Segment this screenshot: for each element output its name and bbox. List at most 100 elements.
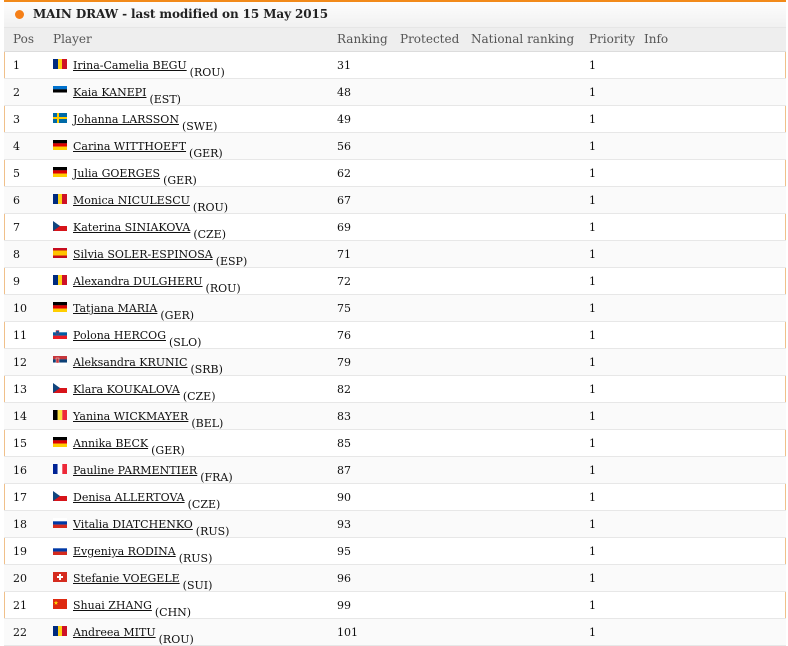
row-priority: 1: [589, 572, 596, 585]
player-cell: Klara KOUKALOVA (CZE): [73, 383, 216, 403]
row-priority: 1: [589, 302, 596, 315]
player-country: (SRB): [190, 363, 223, 376]
header-priority: Priority: [589, 32, 636, 46]
player-link[interactable]: Vitalia DIATCHENKO: [73, 518, 193, 531]
player-cell: Pauline PARMENTIER (FRA): [73, 464, 233, 484]
row-pos: 1: [13, 59, 20, 72]
row-ranking: 67: [337, 194, 351, 207]
row-pos: 15: [13, 437, 27, 450]
player-cell: Carina WITTHOEFT (GER): [73, 140, 223, 160]
row-pos: 2: [13, 86, 20, 99]
player-link[interactable]: Pauline PARMENTIER: [73, 464, 197, 477]
row-pos: 21: [13, 599, 27, 612]
row-priority: 1: [589, 518, 596, 531]
player-cell: Denisa ALLERTOVA (CZE): [73, 491, 220, 511]
player-link[interactable]: Monica NICULESCU: [73, 194, 190, 207]
flag-icon: [53, 86, 67, 96]
row-ranking: 71: [337, 248, 351, 261]
row-priority: 1: [589, 86, 596, 99]
player-link[interactable]: Kaia KANEPI: [73, 86, 146, 99]
flag-icon: [53, 113, 67, 123]
player-link[interactable]: Julia GOERGES: [73, 167, 160, 180]
flag-icon: [53, 140, 67, 150]
player-cell: Julia GOERGES (GER): [73, 167, 197, 187]
player-link[interactable]: Annika BECK: [73, 437, 148, 450]
flag-icon: [53, 545, 67, 555]
player-link[interactable]: Katerina SINIAKOVA: [73, 221, 190, 234]
row-pos: 20: [13, 572, 27, 585]
table-row: 13 Klara KOUKALOVA (CZE) 82 1: [4, 376, 786, 403]
table-row: 15 Annika BECK (GER) 85 1: [4, 430, 786, 457]
player-cell: Yanina WICKMAYER (BEL): [73, 410, 223, 430]
flag-icon: [53, 572, 67, 582]
table-row: 20 Stefanie VOEGELE (SUI) 96 1: [4, 565, 786, 592]
row-ranking: 69: [337, 221, 351, 234]
row-pos: 3: [13, 113, 20, 126]
flag-icon: [53, 194, 67, 204]
player-link[interactable]: Klara KOUKALOVA: [73, 383, 180, 396]
table-row: 14 Yanina WICKMAYER (BEL) 83 1: [4, 403, 786, 430]
row-ranking: 31: [337, 59, 351, 72]
row-priority: 1: [589, 140, 596, 153]
row-pos: 18: [13, 518, 27, 531]
player-country: (CHN): [154, 606, 192, 619]
row-pos: 17: [13, 491, 27, 504]
player-cell: Silvia SOLER-ESPINOSA (ESP): [73, 248, 247, 268]
flag-icon: [53, 437, 67, 447]
player-link[interactable]: Irina-Camelia BEGU: [73, 59, 187, 72]
player-link[interactable]: Silvia SOLER-ESPINOSA: [73, 248, 213, 261]
row-ranking: 83: [337, 410, 351, 423]
player-country: (SUI): [182, 579, 213, 592]
player-link[interactable]: Stefanie VOEGELE: [73, 572, 180, 585]
player-link[interactable]: Johanna LARSSON: [73, 113, 179, 126]
player-cell: Aleksandra KRUNIC (SRB): [73, 356, 223, 376]
header-pos: Pos: [13, 32, 34, 46]
player-cell: Andreea MITU (ROU): [73, 626, 194, 646]
player-link[interactable]: Carina WITTHOEFT: [73, 140, 186, 153]
player-country: (BEL): [191, 417, 224, 430]
player-link[interactable]: Aleksandra KRUNIC: [73, 356, 187, 369]
flag-icon: [53, 491, 67, 501]
player-cell: Tatjana MARIA (GER): [73, 302, 194, 322]
flag-icon: [53, 248, 67, 258]
row-pos: 10: [13, 302, 27, 315]
row-pos: 5: [13, 167, 20, 180]
row-priority: 1: [589, 194, 596, 207]
player-link[interactable]: Evgeniya RODINA: [73, 545, 176, 558]
player-country: (FRA): [200, 471, 233, 484]
flag-icon: [53, 464, 67, 474]
player-country: (CZE): [187, 498, 221, 511]
row-ranking: 79: [337, 356, 351, 369]
player-link[interactable]: Alexandra DULGHERU: [73, 275, 203, 288]
player-country: (ROU): [189, 66, 225, 79]
player-country: (RUS): [195, 525, 230, 538]
row-priority: 1: [589, 491, 596, 504]
player-link[interactable]: Andreea MITU: [73, 626, 156, 639]
row-priority: 1: [589, 464, 596, 477]
row-ranking: 101: [337, 626, 358, 639]
player-link[interactable]: Tatjana MARIA: [73, 302, 157, 315]
flag-icon: [53, 275, 67, 285]
player-country: (SLO): [168, 336, 202, 349]
table-row: 21 Shuai ZHANG (CHN) 99 1: [4, 592, 786, 619]
header-protected: Protected: [400, 32, 460, 46]
flag-icon: [53, 167, 67, 177]
header-ranking: Ranking: [337, 32, 388, 46]
table-row: 4 Carina WITTHOEFT (GER) 56 1: [4, 133, 786, 160]
player-link[interactable]: Yanina WICKMAYER: [73, 410, 188, 423]
row-priority: 1: [589, 626, 596, 639]
row-pos: 22: [13, 626, 27, 639]
header-info: Info: [644, 32, 669, 46]
table-header: Pos Player Ranking Protected National ra…: [4, 28, 786, 52]
flag-icon: [53, 356, 67, 366]
player-link[interactable]: Shuai ZHANG: [73, 599, 152, 612]
row-ranking: 93: [337, 518, 351, 531]
row-ranking: 96: [337, 572, 351, 585]
row-ranking: 82: [337, 383, 351, 396]
header-national-ranking: National ranking: [471, 32, 575, 46]
player-link[interactable]: Denisa ALLERTOVA: [73, 491, 185, 504]
row-ranking: 99: [337, 599, 351, 612]
player-link[interactable]: Polona HERCOG: [73, 329, 166, 342]
player-country: (GER): [189, 147, 223, 160]
section-title-bar: MAIN DRAW - last modified on 15 May 2015: [4, 0, 786, 28]
